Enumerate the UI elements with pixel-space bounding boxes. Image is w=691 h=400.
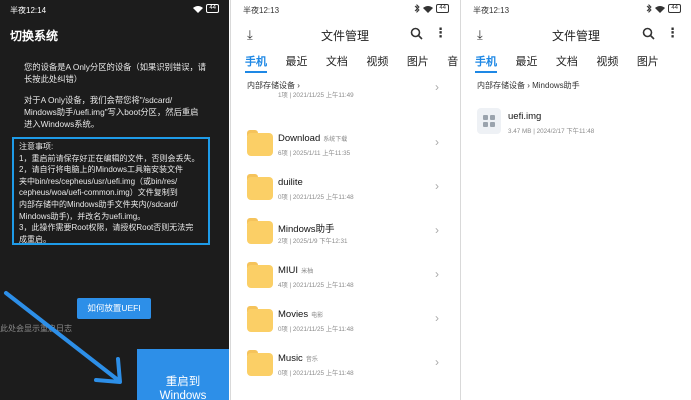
list-item[interactable]: Mindows助手 2项 | 2025/1/9 下午12:31 › [231,216,459,260]
app-bar: ⤓ 文件管理 ⋮ [231,24,459,46]
notice-line: 成重启。 [19,234,51,244]
list-item[interactable]: Download 系统下载 6项 | 2025/1/11 上午11:35 › [231,128,459,172]
reboot-to-windows-button[interactable]: 重启到 Windows [137,349,229,400]
folder-tag: 系统下载 [323,137,348,143]
folder-meta: 1项 | 2021/11/25 上午11:49 [278,92,354,99]
search-icon[interactable] [410,27,423,40]
app-bar: ⤓ 文件管理 ⋮ [461,24,691,46]
folder-name: Music 音乐 [278,353,318,364]
swipe-arrow-icon [4,291,122,384]
folder-tag: 电影 [311,313,324,319]
flash-description: 对于A Only设备，我们会帮您将"/sdcard/ Mindows助手/uef… [24,95,199,129]
app-title: 文件管理 [551,29,600,43]
search-icon[interactable] [642,27,655,40]
file-manager-root: 半夜12:13 44 ⤓ 文件管理 ⋮ 手机 最近 文档 视频 图片 音 内部存… [231,0,459,400]
folder-name: Download 系统下载 [278,133,348,144]
chevron-right-icon: › [435,80,439,94]
bluetooth-icon [646,4,652,13]
tab-images[interactable]: 图片 [637,53,659,69]
status-time: 半夜12:14 [10,6,47,15]
folder-icon [247,174,273,200]
folder-meta: 6项 | 2025/1/11 上午11:35 [278,150,351,157]
folder-name: Mindows助手 [278,224,335,235]
category-tabs: 手机 最近 文档 视频 图片 [475,52,691,73]
tab-documents[interactable]: 文档 [556,53,578,69]
device-partition-info[interactable]: 您的设备是A Only分区的设备（如果识别错误，请 长按此处纠错） [24,62,214,86]
file-manager-mindows-folder: 半夜12:13 44 ⤓ 文件管理 ⋮ 手机 最近 文档 视频 图片 内部存储设… [461,0,691,400]
file-meta: 3.47 MB | 2024/2/17 下午11:48 [508,128,595,135]
tab-images[interactable]: 图片 [407,53,429,69]
notice-line: 内部存储中的Mindows助手文件夹内(/sdcard/ [19,199,178,209]
folder-name: duilite [278,177,303,188]
status-bar: 半夜12:14 44 [10,4,219,18]
folder-name: Movies 电影 [278,309,324,320]
folder-tag: 音乐 [305,357,318,363]
list-item[interactable]: 1项 | 2021/11/25 上午11:49 › [231,80,459,110]
tab-videos[interactable]: 视频 [596,53,618,69]
notice-box: 注意事项: 1，重启前请保存好正在编辑的文件，否则会丢失。 2，请自行将电脑上的… [12,137,210,245]
status-time: 半夜12:13 [473,6,510,15]
notice-line: Mindows助手)，并改名为uefi.img。 [19,211,146,221]
more-icon[interactable]: ⋮ [666,25,679,41]
wifi-icon [655,5,666,13]
notice-line: 注意事项: [19,142,54,151]
status-bar: 半夜12:13 44 [241,4,449,18]
chevron-right-icon: › [435,311,439,325]
switch-system-screen: 半夜12:14 44 切换系统 您的设备是A Only分区的设备（如果识别错误，… [0,0,229,400]
tab-recent[interactable]: 最近 [285,53,307,69]
folder-tag: 米柚 [301,269,314,275]
notice-line: 1，重启前请保存好正在编辑的文件，否则会丢失。 [19,153,200,163]
folder-meta: 0项 | 2021/11/25 上午11:48 [278,370,354,377]
breadcrumb-root[interactable]: 内部存储设备 [477,81,525,90]
chevron-right-icon: › [435,223,439,237]
chevron-right-icon: › [435,135,439,149]
folder-meta: 0项 | 2021/11/25 上午11:48 [278,194,354,201]
wifi-icon [193,5,204,13]
tab-recent[interactable]: 最近 [515,53,537,69]
tab-phone[interactable]: 手机 [475,53,497,73]
category-tabs: 手机 最近 文档 视频 图片 音 [245,52,459,73]
chevron-right-icon: › [435,355,439,369]
notice-line: 2，请自行将电脑上的Mindows工具箱安装文件 [19,165,184,175]
folder-icon [247,218,273,244]
battery-icon: 44 [436,4,449,13]
tab-phone[interactable]: 手机 [245,53,267,73]
folder-meta: 2项 | 2025/1/9 下午12:31 [278,238,348,245]
folder-icon [247,350,273,376]
file-icon [477,108,501,134]
wifi-icon [423,5,434,13]
folder-icon [247,306,273,332]
chevron-right-icon: › [435,179,439,193]
status-bar: 半夜12:13 44 [471,4,681,18]
folder-icon [247,130,273,156]
list-item[interactable]: uefi.img 3.47 MB | 2024/2/17 下午11:48 [461,106,691,150]
notice-line: 3，此操作需要Root权限，请授权Root否则无法完 [19,223,194,233]
breadcrumb: 内部存储设备 › Mindows助手 [477,81,580,90]
more-icon[interactable]: ⋮ [434,25,447,41]
list-item[interactable]: MIUI 米柚 4项 | 2021/11/25 上午11:48 › [231,260,459,304]
list-item[interactable]: Movies 电影 0项 | 2021/11/25 上午11:48 › [231,304,459,348]
tab-videos[interactable]: 视频 [366,53,388,69]
page-title: 切换系统 [10,29,59,43]
folder-meta: 0项 | 2021/11/25 上午11:48 [278,326,354,333]
breadcrumb-current: Mindows助手 [532,81,580,90]
folder-meta: 4项 | 2021/11/25 上午11:48 [278,282,354,289]
status-time: 半夜12:13 [243,6,280,15]
list-item[interactable]: duilite 0项 | 2021/11/25 上午11:48 › [231,172,459,216]
bluetooth-icon [414,4,420,13]
notice-line: cepheus/woa/uefi-common.img）文件复制到 [19,188,178,198]
notice-line: 夹中bin/res/cepheus/usr/uefi.img（或bin/res/ [19,176,178,186]
folder-name: MIUI 米柚 [278,265,314,276]
battery-icon: 44 [206,4,219,13]
tab-music[interactable]: 音 [447,53,458,69]
tab-documents[interactable]: 文档 [326,53,348,69]
folder-icon [247,262,273,288]
chevron-right-icon: › [435,267,439,281]
file-name: uefi.img [508,111,542,122]
list-item[interactable]: Music 音乐 0项 | 2021/11/25 上午11:48 › [231,348,459,392]
battery-icon: 44 [668,4,681,13]
app-title: 文件管理 [320,29,369,43]
